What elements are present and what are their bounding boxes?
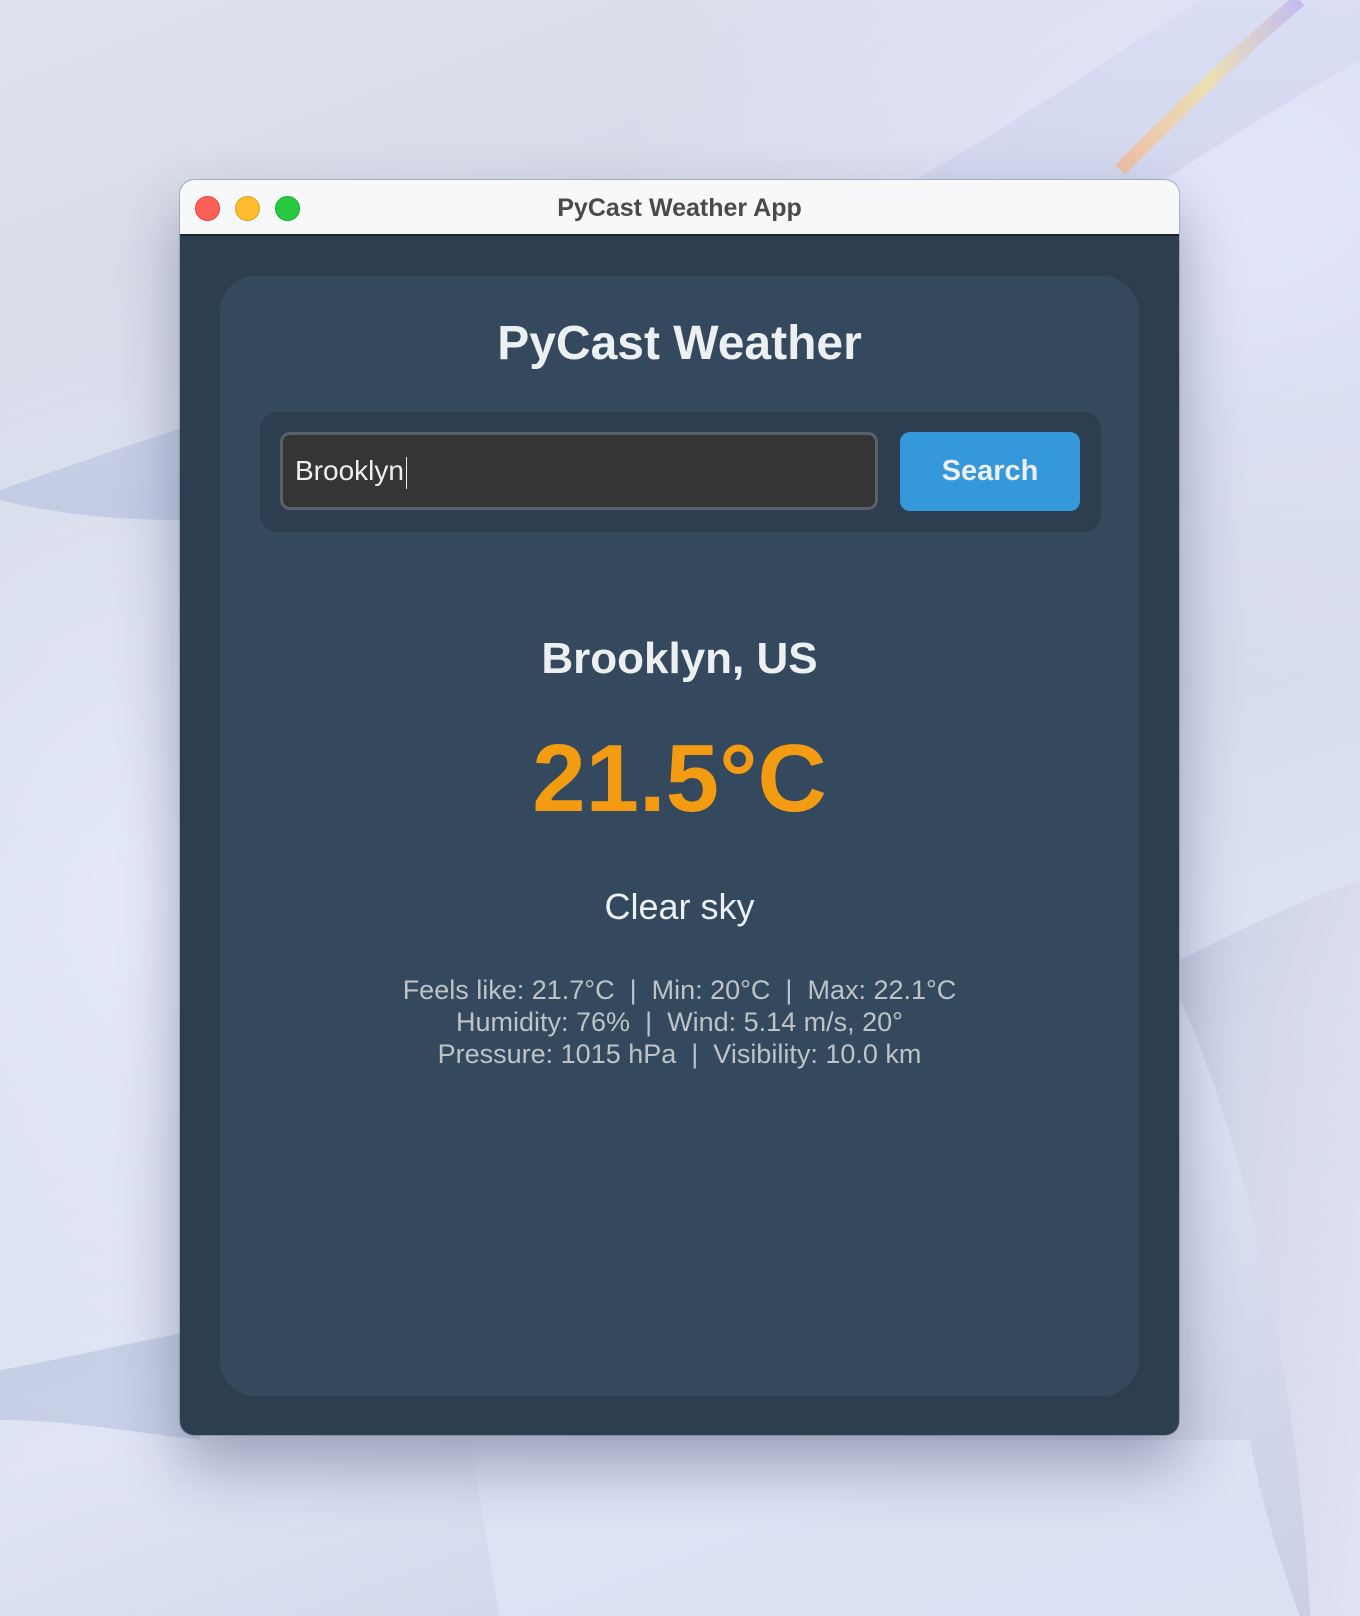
window-titlebar[interactable]: PyCast Weather App — [180, 180, 1179, 236]
weather-description: Clear sky — [604, 886, 755, 927]
search-bar: Brooklyn Search — [260, 412, 1101, 532]
window-title: PyCast Weather App — [557, 194, 802, 222]
search-button[interactable]: Search — [900, 432, 1080, 511]
details-line-pressure-visibility: Pressure: 1015 hPa | Visibility: 10.0 km — [437, 1039, 922, 1069]
app-window: PyCast Weather App PyCast Weather Brookl… — [180, 180, 1179, 1435]
details-line-temperatures: Feels like: 21.7°C | Min: 20°C | Max: 22… — [402, 975, 957, 1005]
details-line-humidity-wind: Humidity: 76% | Wind: 5.14 m/s, 20° — [456, 1007, 903, 1037]
weather-card: PyCast Weather Brooklyn Search Brooklyn,… — [220, 276, 1139, 1396]
text-caret — [405, 456, 407, 489]
city-search-input[interactable]: Brooklyn — [280, 432, 878, 510]
app-title: PyCast Weather — [497, 317, 862, 370]
weather-details: Feels like: 21.7°C | Min: 20°C | Max: 22… — [220, 974, 1139, 1070]
search-input-value: Brooklyn — [295, 455, 404, 486]
city-label: Brooklyn, US — [541, 634, 818, 683]
temperature-label: 21.5°C — [532, 725, 827, 832]
